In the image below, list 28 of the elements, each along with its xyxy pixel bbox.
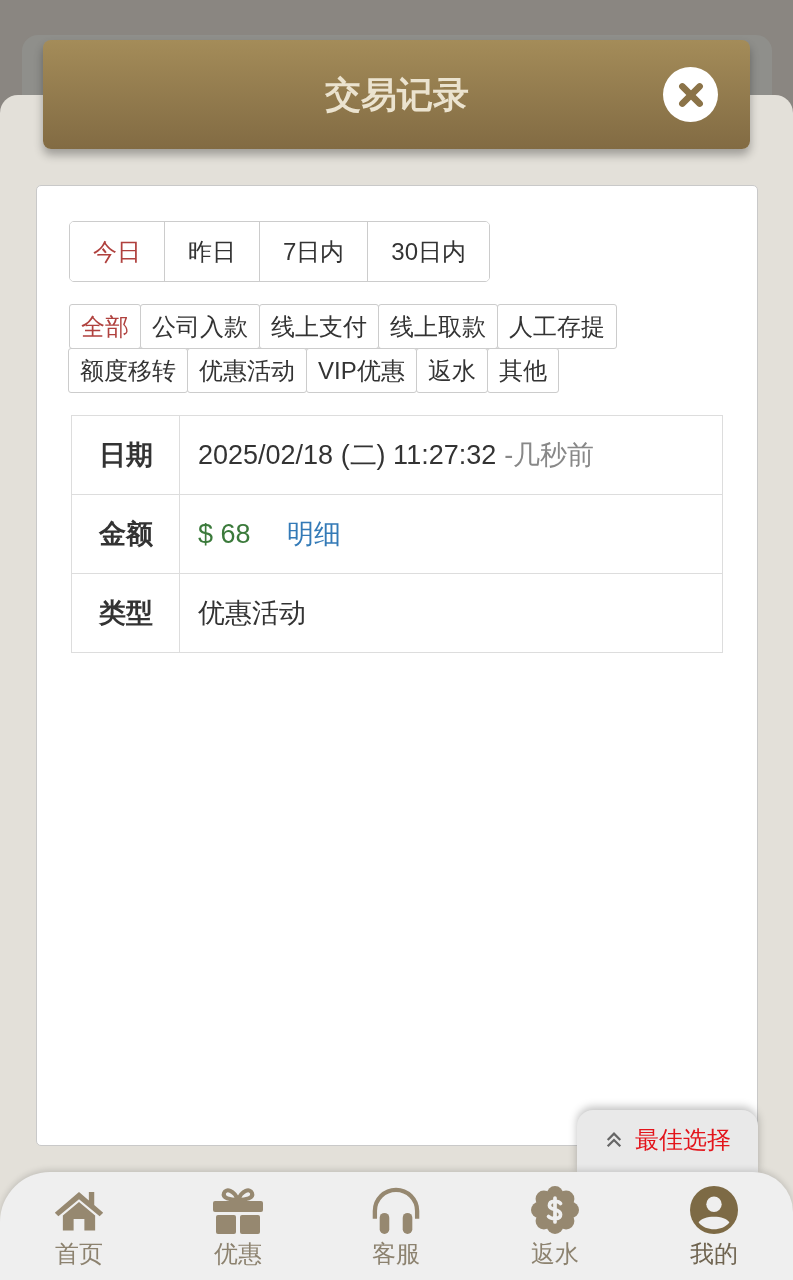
close-button[interactable] xyxy=(663,67,718,122)
date-tab[interactable]: 30日内 xyxy=(367,222,490,281)
field-label: 日期 xyxy=(71,415,180,495)
amount-text: $ 68 xyxy=(198,517,251,551)
dollar-badge-icon xyxy=(529,1186,582,1234)
best-choice-button[interactable]: 最佳选择 xyxy=(577,1110,758,1174)
relative-time-text: -几秒前 xyxy=(504,438,595,472)
type-tab[interactable]: VIP优惠 xyxy=(306,348,417,393)
type-tab[interactable]: 全部 xyxy=(69,304,141,349)
gift-icon xyxy=(211,1186,264,1234)
user-avatar-icon xyxy=(687,1186,740,1234)
field-label: 金额 xyxy=(71,494,180,574)
type-tab[interactable]: 线上取款 xyxy=(378,304,498,349)
close-icon xyxy=(677,81,704,108)
type-tab[interactable]: 其他 xyxy=(486,348,559,393)
nav-item[interactable]: 我的 xyxy=(634,1186,793,1280)
type-tab[interactable]: 额度移转 xyxy=(68,348,188,393)
type-tab[interactable]: 线上支付 xyxy=(259,304,379,349)
double-chevron-up-icon xyxy=(604,1131,623,1149)
type-tab[interactable]: 优惠活动 xyxy=(187,348,307,393)
page-title: 交易记录 xyxy=(324,76,469,113)
field-label: 类型 xyxy=(71,573,180,653)
type-tab[interactable]: 返水 xyxy=(415,348,488,393)
date-time-text: 2025/02/18 (二) 11:27:32 xyxy=(198,438,497,472)
type-tab[interactable]: 人工存提 xyxy=(497,304,617,349)
details-link[interactable]: 明细 xyxy=(286,513,341,555)
type-text: 优惠活动 xyxy=(198,597,306,628)
type-tab[interactable]: 公司入款 xyxy=(140,304,260,349)
